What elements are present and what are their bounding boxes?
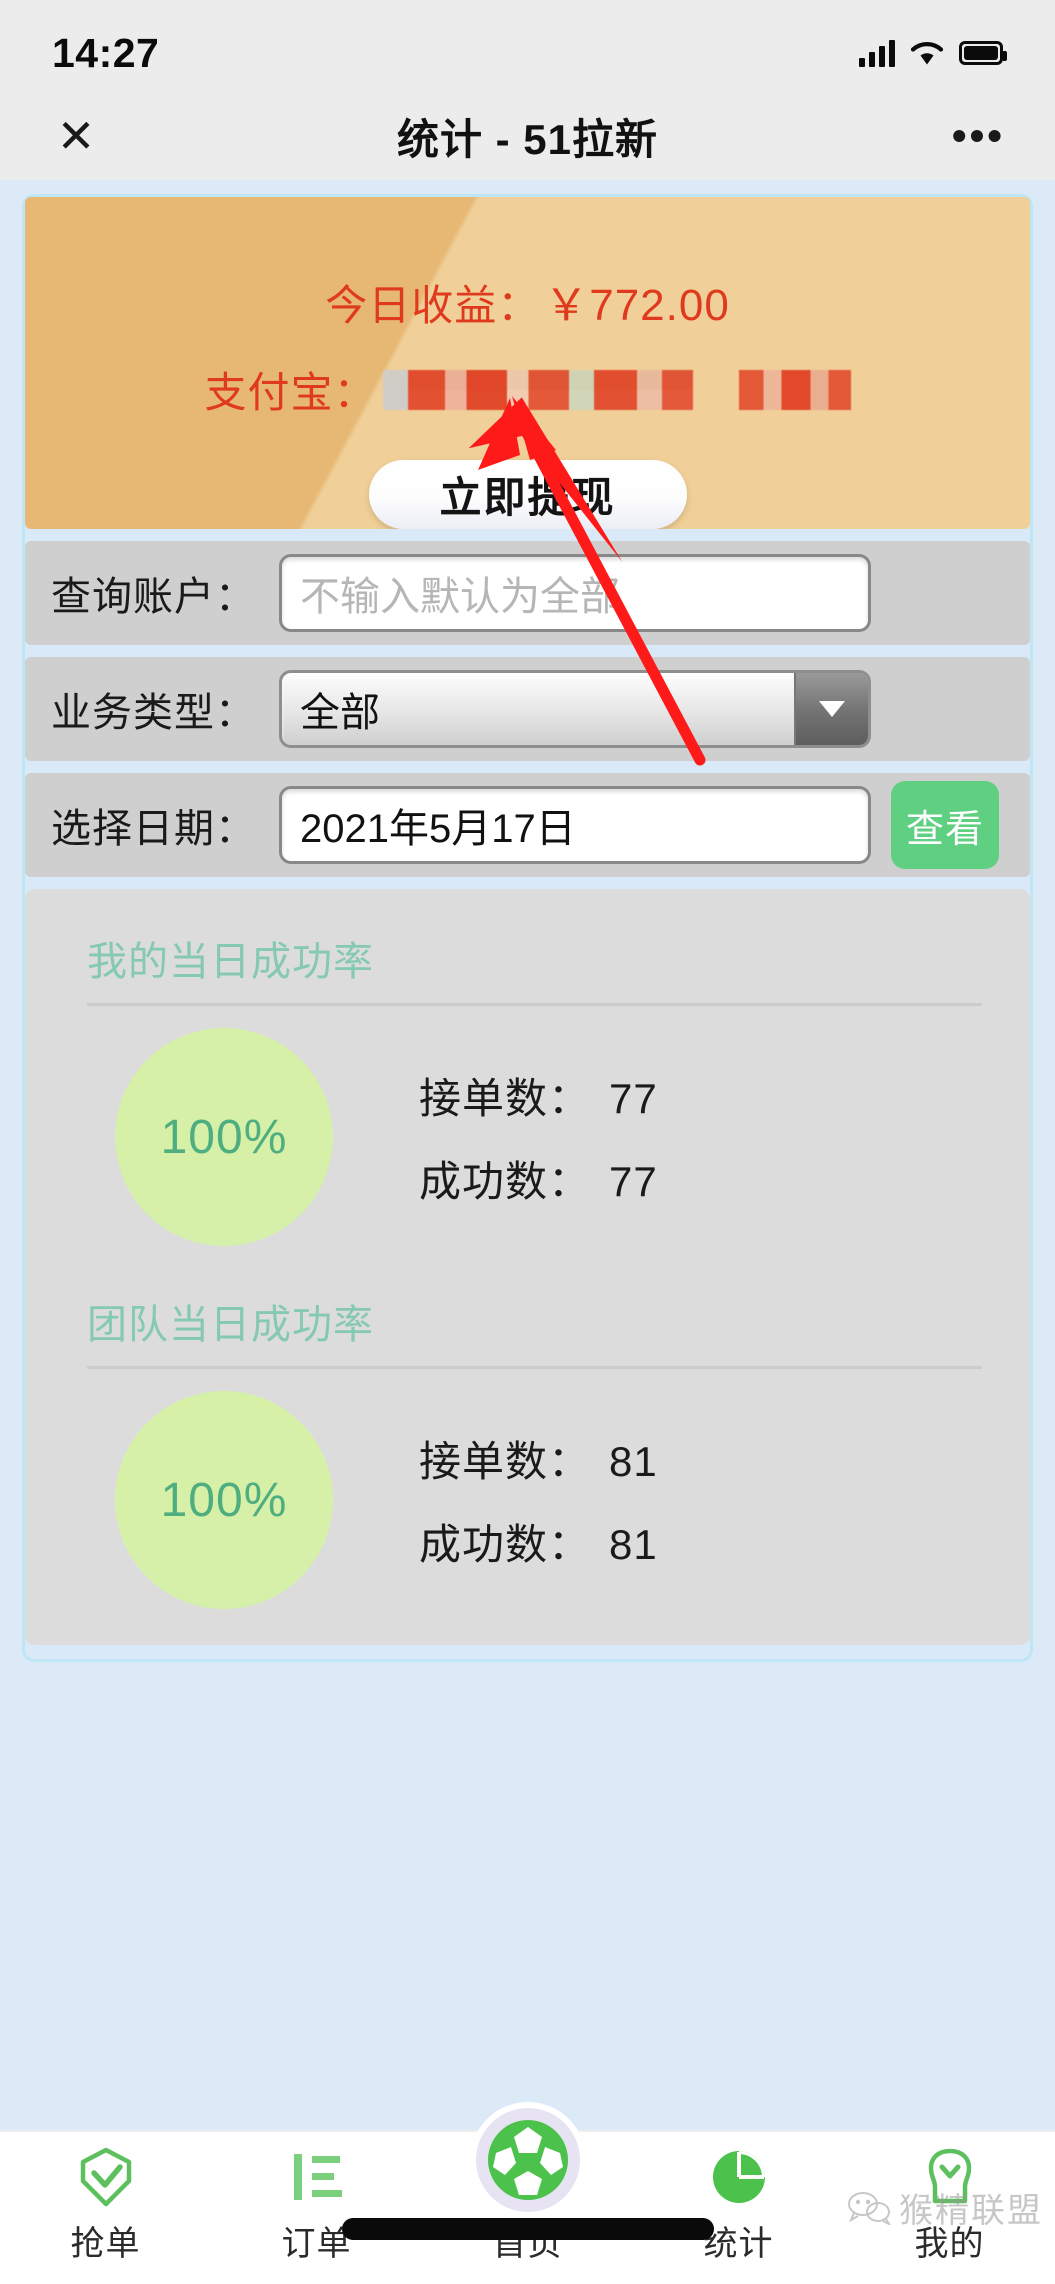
personal-success-row: 成功数： 77 bbox=[419, 1148, 658, 1209]
business-type-label: 业务类型： bbox=[51, 691, 256, 735]
wifi-icon bbox=[910, 40, 944, 66]
chevron-down-icon[interactable] bbox=[794, 673, 868, 745]
tab-orders[interactable]: 订单 bbox=[211, 2146, 422, 2265]
phone-screen: 14:27 ✕ 统计 - 51拉新 ••• 今日收益： ￥772.00 支付宝：… bbox=[0, 0, 1055, 2284]
personal-success-value: 77 bbox=[609, 1158, 658, 1205]
stats-section-team: 团队当日成功率 100% 接单数： 81 成功数： 81 bbox=[25, 1278, 1030, 1615]
team-success-donut: 100% bbox=[115, 1391, 333, 1609]
tab-label-statistics: 统计 bbox=[703, 2225, 774, 2263]
pie-chart-icon bbox=[708, 2146, 770, 2208]
personal-orders-value: 77 bbox=[609, 1075, 658, 1122]
business-type-value: 全部 bbox=[300, 691, 380, 735]
page-title: 统计 - 51拉新 bbox=[396, 115, 659, 163]
account-filter-label: 查询账户： bbox=[51, 575, 256, 619]
today-income-row: 今日收益： ￥772.00 bbox=[325, 269, 730, 333]
status-time: 14:27 bbox=[52, 29, 160, 76]
order-list-icon bbox=[286, 2146, 348, 2208]
page-content: 今日收益： ￥772.00 支付宝： 立即提现 查询账户： 不输入默认为全部 业… bbox=[0, 180, 1055, 2130]
filter-row-business-type: 业务类型： 全部 bbox=[25, 657, 1030, 761]
personal-stats-body: 100% 接单数： 77 成功数： 77 bbox=[25, 1006, 1030, 1252]
today-income-amount: ￥772.00 bbox=[544, 281, 730, 330]
tab-label-grab-order: 抢单 bbox=[70, 2225, 141, 2263]
personal-success-donut: 100% bbox=[115, 1028, 333, 1246]
team-success-percent: 100% bbox=[160, 1473, 288, 1527]
watermark: 猴精联盟 bbox=[847, 2183, 1043, 2232]
grab-order-icon bbox=[75, 2146, 137, 2208]
personal-success-percent: 100% bbox=[160, 1110, 288, 1164]
date-filter-label: 选择日期： bbox=[51, 807, 256, 851]
today-income-label: 今日收益： bbox=[325, 282, 541, 329]
filter-row-account: 查询账户： 不输入默认为全部 bbox=[25, 541, 1030, 645]
team-success-value: 81 bbox=[609, 1521, 658, 1568]
alipay-label: 支付宝： bbox=[204, 369, 377, 416]
home-indicator bbox=[341, 2218, 714, 2240]
alipay-account-row: 支付宝： bbox=[204, 359, 851, 420]
team-orders-row: 接单数： 81 bbox=[419, 1428, 658, 1489]
team-success-label: 成功数： bbox=[419, 1521, 592, 1568]
watermark-text: 猴精联盟 bbox=[899, 2192, 1043, 2230]
income-card: 今日收益： ￥772.00 支付宝： 立即提现 bbox=[25, 197, 1030, 529]
team-success-row: 成功数： 81 bbox=[419, 1511, 658, 1572]
content-frame: 今日收益： ￥772.00 支付宝： 立即提现 查询账户： 不输入默认为全部 业… bbox=[22, 194, 1033, 1662]
search-account-input[interactable]: 不输入默认为全部 bbox=[279, 554, 871, 632]
cellular-signal-icon bbox=[859, 39, 895, 67]
personal-success-label: 成功数： bbox=[419, 1158, 592, 1205]
personal-orders-row: 接单数： 77 bbox=[419, 1065, 658, 1126]
team-success-title: 团队当日成功率 bbox=[87, 1303, 374, 1347]
date-input[interactable]: 2021年5月17日 bbox=[279, 786, 871, 864]
tab-statistics[interactable]: 统计 bbox=[633, 2146, 844, 2265]
wechat-icon bbox=[847, 2191, 892, 2226]
team-stats-body: 100% 接单数： 81 成功数： 81 bbox=[25, 1369, 1030, 1615]
status-bar: 14:27 bbox=[0, 0, 1055, 92]
nav-bar: ✕ 统计 - 51拉新 ••• bbox=[0, 92, 1055, 180]
status-icons bbox=[859, 39, 1007, 67]
personal-orders-label: 接单数： bbox=[419, 1075, 592, 1122]
more-options-icon[interactable]: ••• bbox=[952, 114, 1005, 155]
alipay-account-value bbox=[382, 369, 693, 410]
tab-label-orders: 订单 bbox=[281, 2225, 352, 2263]
personal-stats-values: 接单数： 77 成功数： 77 bbox=[419, 1065, 658, 1209]
view-button[interactable]: 查看 bbox=[891, 781, 999, 869]
team-orders-value: 81 bbox=[609, 1438, 658, 1485]
stats-section-personal: 我的当日成功率 100% 接单数： 77 成功数： 77 bbox=[25, 915, 1030, 1252]
business-type-select[interactable]: 全部 bbox=[279, 670, 871, 748]
tab-home[interactable]: 首页 bbox=[422, 2108, 633, 2265]
home-ball-icon bbox=[475, 2108, 580, 2212]
close-icon[interactable]: ✕ bbox=[52, 112, 100, 160]
battery-full-icon bbox=[959, 41, 1007, 65]
personal-success-title: 我的当日成功率 bbox=[87, 940, 374, 984]
withdraw-button[interactable]: 立即提现 bbox=[368, 460, 687, 529]
team-orders-label: 接单数： bbox=[419, 1438, 592, 1485]
alipay-account-value-extra bbox=[738, 369, 851, 410]
stats-panel: 我的当日成功率 100% 接单数： 77 成功数： 77 团队当日成功率 100… bbox=[25, 889, 1030, 1645]
tab-grab-order[interactable]: 抢单 bbox=[0, 2146, 211, 2265]
filter-row-date: 选择日期： 2021年5月17日 查看 bbox=[25, 773, 1030, 877]
team-stats-values: 接单数： 81 成功数： 81 bbox=[419, 1428, 658, 1572]
